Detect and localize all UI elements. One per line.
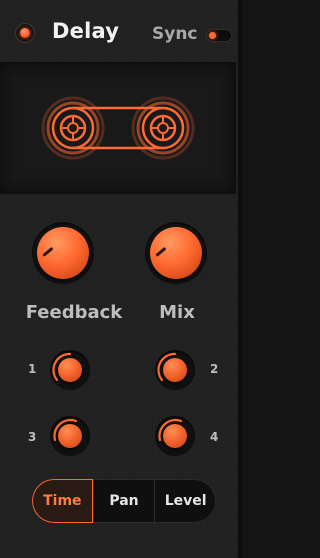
tape-reel-icon	[41, 96, 195, 160]
mix-label: Mix	[159, 302, 195, 323]
tab-level[interactable]: Level	[154, 479, 216, 523]
tap-3-knob-cap	[58, 424, 82, 448]
module-title: Delay	[52, 19, 120, 43]
sync-label: Sync	[152, 24, 198, 44]
feedback-knob[interactable]	[32, 222, 94, 284]
tap-2-knob[interactable]	[155, 350, 195, 390]
sync-toggle[interactable]	[206, 29, 232, 42]
tap-4-knob-cap	[163, 424, 187, 448]
panel-edge	[238, 0, 242, 558]
tap-3-knob[interactable]	[50, 416, 90, 456]
mode-tabs: Time Pan Level	[32, 479, 216, 523]
power-led-icon	[20, 28, 30, 38]
sync-toggle-knob	[209, 32, 216, 39]
tap-1-knob-cap	[58, 358, 82, 382]
feedback-label: Feedback	[25, 302, 123, 323]
tap-1-label: 1	[28, 362, 37, 376]
tap-2-knob-cap	[163, 358, 187, 382]
tap-4-knob[interactable]	[155, 416, 195, 456]
mix-knob[interactable]	[145, 222, 207, 284]
tap-4-label: 4	[210, 430, 219, 444]
tab-pan[interactable]: Pan	[92, 479, 155, 523]
tap-1-knob[interactable]	[50, 350, 90, 390]
header: Delay Sync	[0, 0, 238, 62]
tape-display	[0, 62, 236, 194]
tap-2-label: 2	[210, 362, 219, 376]
power-button[interactable]	[15, 23, 35, 43]
tap-3-label: 3	[28, 430, 37, 444]
delay-panel: Delay Sync Feedback Mix 1 2 3 4 Time Pan…	[0, 0, 238, 558]
tab-time[interactable]: Time	[32, 479, 93, 523]
